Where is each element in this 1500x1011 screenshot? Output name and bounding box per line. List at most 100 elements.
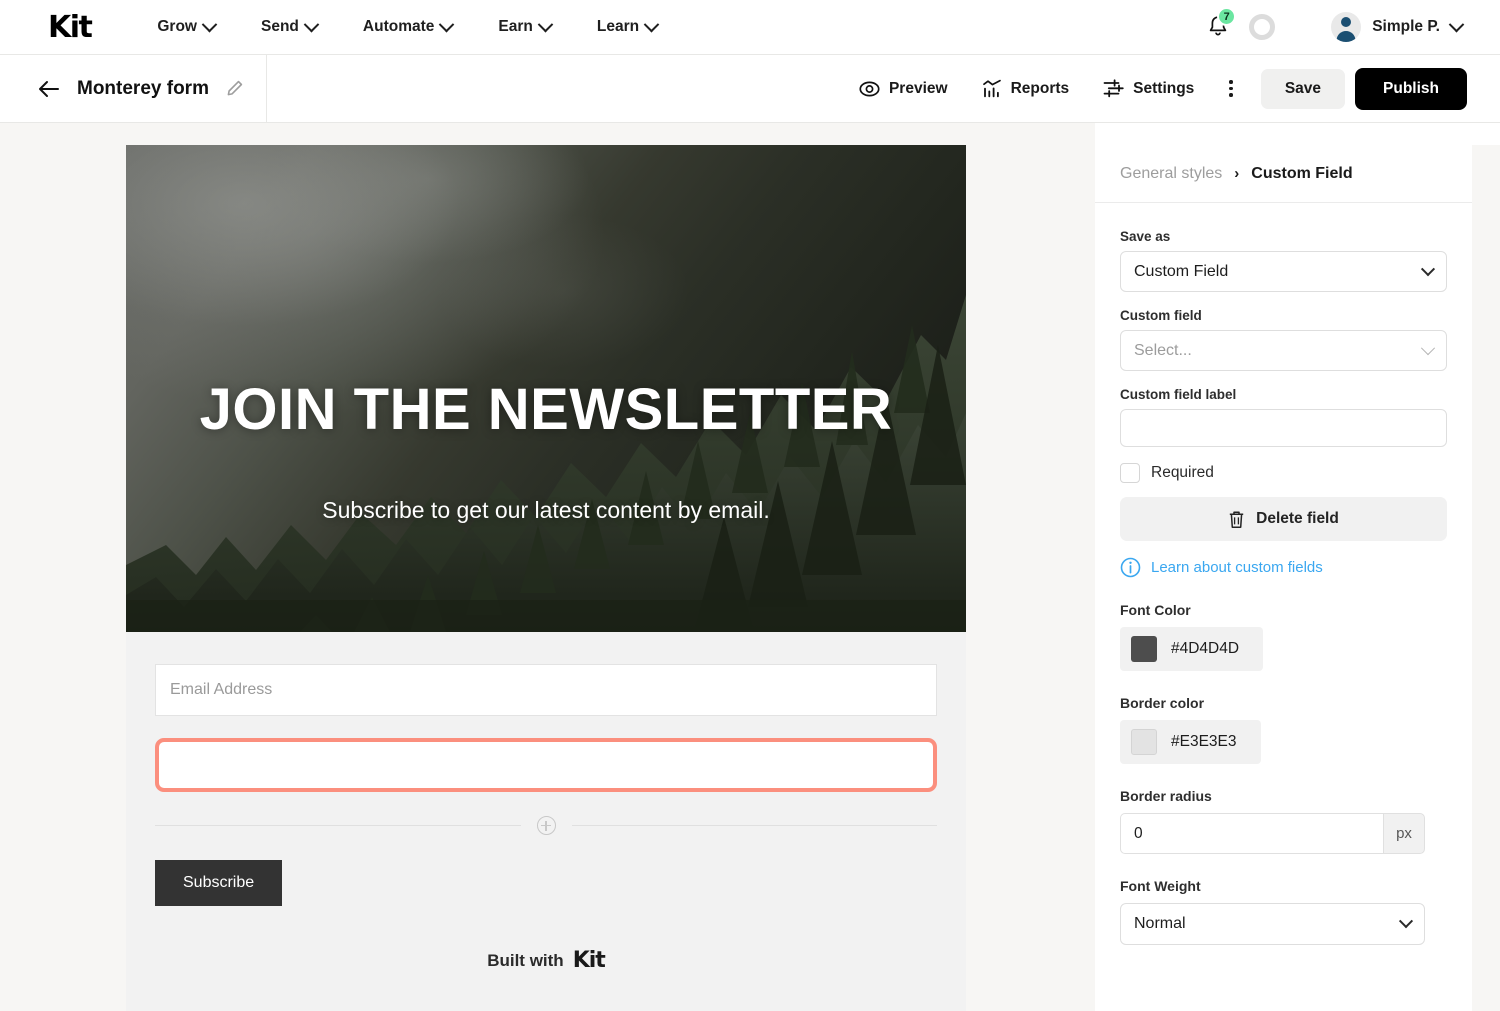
subscribe-button[interactable]: Subscribe: [155, 860, 283, 906]
add-field-divider: [155, 816, 937, 835]
save-as-label: Save as: [1120, 229, 1171, 244]
form-canvas: JOIN THE NEWSLETTER Subscribe to get our…: [0, 123, 1095, 1011]
custom-field-placeholder-text: Select...: [1134, 341, 1192, 359]
save-as-value: Custom Field: [1134, 262, 1229, 280]
settings-button[interactable]: Settings: [1086, 79, 1211, 98]
nav-label: Send: [261, 18, 299, 35]
chevron-down-icon: [643, 16, 660, 32]
kit-logo[interactable]: Kit: [48, 10, 93, 45]
arrow-left-icon[interactable]: [38, 78, 60, 100]
required-checkbox[interactable]: [1120, 463, 1140, 483]
border-color-swatch: [1131, 729, 1157, 755]
email-field[interactable]: Email Address: [155, 664, 937, 716]
kebab-dot: [1229, 80, 1233, 84]
info-icon: [1120, 557, 1141, 578]
chevron-down-icon: [1448, 16, 1465, 32]
form-preview-card: JOIN THE NEWSLETTER Subscribe to get our…: [126, 145, 966, 1011]
eye-icon: [859, 81, 880, 96]
kit-logo-small: Kit: [572, 948, 606, 973]
notification-count-badge: 7: [1217, 7, 1237, 26]
kebab-menu-icon[interactable]: [1211, 80, 1251, 97]
font-color-picker[interactable]: #4D4D4D: [1120, 627, 1264, 671]
custom-field-select[interactable]: Select...: [1120, 330, 1447, 371]
nav-label: Learn: [596, 18, 640, 35]
hero-subheadline[interactable]: Subscribe to get our latest content by e…: [126, 497, 966, 524]
reports-button[interactable]: Reports: [965, 79, 1087, 98]
nav-item-automate[interactable]: Automate: [362, 16, 455, 36]
save-as-select[interactable]: Custom Field: [1120, 251, 1447, 292]
learn-about-custom-fields-link[interactable]: Learn about custom fields: [1120, 557, 1447, 578]
top-navigation-bar: Kit Grow Send Automate Earn Learn 7 Simp…: [0, 0, 1500, 55]
font-weight-value: Normal: [1134, 915, 1186, 932]
chevron-down-icon: [1420, 340, 1436, 355]
progress-ring-icon[interactable]: [1249, 14, 1276, 40]
font-color-label: Font Color: [1120, 602, 1191, 618]
breadcrumb-current: Custom Field: [1251, 164, 1353, 182]
user-name-label: Simple P.: [1372, 18, 1440, 35]
breadcrumb: General styles › Custom Field: [1095, 145, 1472, 203]
page-title: Monterey form: [77, 77, 209, 99]
learn-link-label: Learn about custom fields: [1151, 559, 1323, 576]
toolbar-right-section: Preview Reports Settings Save Publish: [842, 67, 1467, 110]
built-with-label: Built with: [487, 950, 564, 970]
nav-label: Grow: [157, 18, 197, 35]
main-nav-items: Grow Send Automate Earn Learn: [157, 16, 660, 36]
font-weight-label: Font Weight: [1120, 878, 1201, 894]
plus-circle-icon[interactable]: [536, 816, 556, 835]
notifications-button[interactable]: 7: [1201, 7, 1237, 44]
nav-item-learn[interactable]: Learn: [596, 16, 660, 36]
custom-field-selected[interactable]: [155, 738, 937, 792]
hero-text-block: JOIN THE NEWSLETTER Subscribe to get our…: [126, 145, 966, 632]
divider-line-right: [571, 825, 937, 826]
required-checkbox-row[interactable]: Required: [1120, 463, 1447, 483]
custom-field-label-input[interactable]: [1120, 409, 1447, 447]
chevron-down-icon: [1398, 914, 1414, 929]
delete-field-button[interactable]: Delete field: [1120, 497, 1447, 541]
chevron-down-icon: [201, 16, 218, 32]
nav-label: Automate: [362, 18, 435, 35]
preview-button[interactable]: Preview: [842, 80, 965, 98]
hero-headline[interactable]: JOIN THE NEWSLETTER: [126, 376, 966, 443]
required-label: Required: [1151, 464, 1214, 481]
trash-icon: [1229, 510, 1244, 528]
chart-icon: [982, 79, 1001, 98]
sliders-icon: [1103, 79, 1124, 98]
settings-label: Settings: [1133, 79, 1195, 97]
breadcrumb-parent[interactable]: General styles: [1120, 165, 1222, 183]
chevron-down-icon: [1420, 261, 1436, 276]
save-button[interactable]: Save: [1260, 68, 1346, 109]
publish-button[interactable]: Publish: [1355, 67, 1467, 110]
nav-item-grow[interactable]: Grow: [157, 16, 218, 36]
font-weight-select[interactable]: Normal: [1120, 903, 1425, 945]
editor-toolbar: Monterey form Preview Reports Settings S…: [0, 54, 1500, 123]
chevron-down-icon: [303, 16, 320, 32]
chevron-down-icon: [439, 16, 455, 32]
form-fields-area: Email Address Subscribe Built with Kit: [126, 632, 966, 973]
border-color-label: Border color: [1120, 695, 1205, 711]
border-color-picker[interactable]: #E3E3E3: [1120, 720, 1261, 764]
nav-label: Earn: [498, 18, 533, 35]
chevron-down-icon: [537, 16, 554, 32]
chevron-right-icon: ›: [1234, 165, 1240, 182]
user-avatar-icon: [1331, 12, 1362, 42]
hero-section[interactable]: JOIN THE NEWSLETTER Subscribe to get our…: [126, 145, 966, 632]
built-with-footer[interactable]: Built with Kit: [155, 948, 937, 973]
user-menu[interactable]: Simple P.: [1331, 12, 1465, 42]
border-radius-unit: px: [1383, 813, 1425, 854]
nav-item-send[interactable]: Send: [261, 16, 320, 36]
border-radius-control: px: [1120, 813, 1425, 854]
nav-item-earn[interactable]: Earn: [498, 16, 554, 36]
toolbar-left-section: Monterey form: [0, 54, 267, 123]
custom-field-label-text: Custom field: [1120, 308, 1202, 323]
custom-field-label-title: Custom field label: [1120, 387, 1237, 402]
preview-label: Preview: [888, 79, 948, 97]
panel-gutter: [1472, 145, 1500, 1011]
border-radius-input[interactable]: [1120, 813, 1383, 854]
kebab-dot: [1229, 93, 1233, 97]
nav-right-cluster: 7 Simple P.: [1201, 7, 1465, 44]
delete-field-label: Delete field: [1256, 510, 1339, 527]
reports-label: Reports: [1010, 79, 1070, 97]
divider-line-left: [155, 825, 521, 826]
pencil-icon[interactable]: [226, 80, 243, 97]
email-field-placeholder: Email Address: [170, 681, 273, 698]
